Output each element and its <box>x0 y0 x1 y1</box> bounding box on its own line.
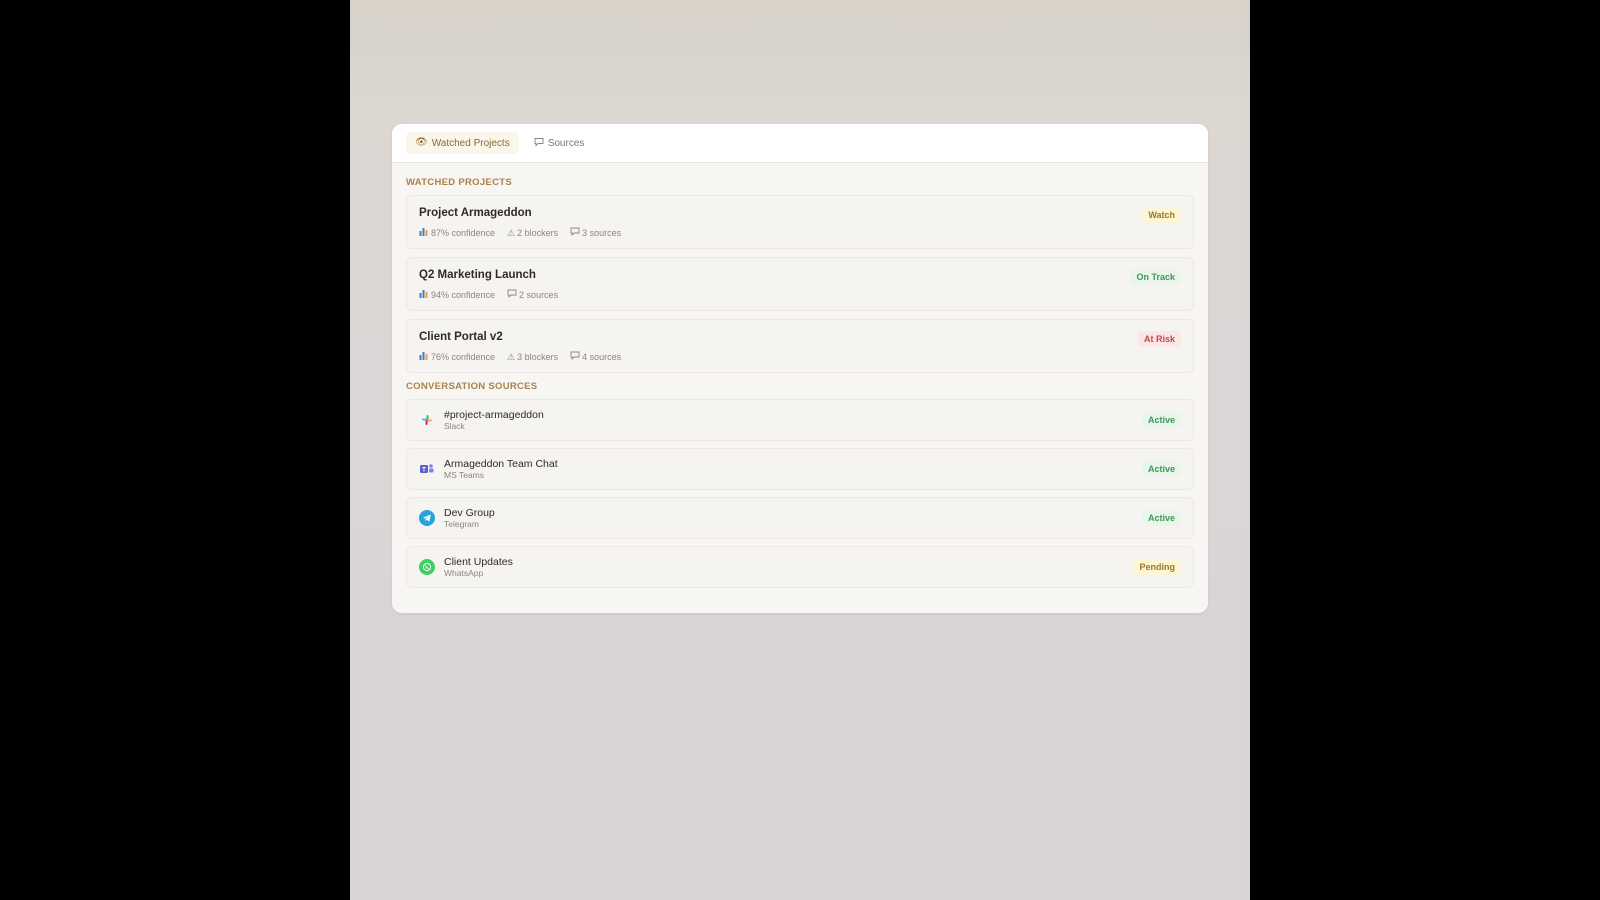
app-background: 👁 Watched Projects Sources WATCHED PROJE… <box>350 0 1250 900</box>
project-name: Q2 Marketing Launch <box>419 269 536 281</box>
status-badge: Active <box>1141 412 1181 428</box>
sources-meta: 2 sources <box>507 289 558 301</box>
project-meta: 94% confidence 2 sources <box>419 289 1181 301</box>
source-item-telegram[interactable]: Dev Group Telegram Active <box>406 497 1194 539</box>
section-title-watched-projects: WATCHED PROJECTS <box>406 177 512 188</box>
section-title-conversation-sources: CONVERSATION SOURCES <box>406 381 538 392</box>
project-list: Project Armageddon 87% confidence ⚠ 2 bl… <box>406 195 1194 373</box>
project-meta: 76% confidence ⚠ 3 blockers 4 sources <box>419 351 1181 363</box>
source-platform: Telegram <box>444 519 479 529</box>
source-platform: WhatsApp <box>444 568 484 578</box>
project-card-client-portal[interactable]: Client Portal v2 76% confidence ⚠ 3 bloc… <box>406 319 1194 373</box>
source-item-slack[interactable]: #project-armageddon Slack Active <box>406 399 1194 441</box>
status-badge: On Track <box>1130 269 1181 285</box>
status-badge: Pending <box>1133 559 1181 575</box>
projects-panel: 👁 Watched Projects Sources WATCHED PROJE… <box>392 124 1208 613</box>
sources-text: 4 sources <box>582 351 622 362</box>
source-platform: Slack <box>444 421 465 431</box>
source-name: Dev Group <box>444 507 495 519</box>
bar-chart-icon <box>419 289 429 301</box>
chat-bubble-icon <box>570 351 580 363</box>
confidence-text: 87% confidence <box>431 227 496 238</box>
blockers-text: 2 blockers <box>517 227 559 238</box>
telegram-icon <box>419 510 435 526</box>
project-meta: 87% confidence ⚠ 2 blockers 3 sources <box>419 227 1181 239</box>
confidence-meta: 94% confidence <box>419 289 495 301</box>
source-name: Client Updates <box>444 556 513 568</box>
tab-label: Watched Projects <box>431 137 510 149</box>
slack-icon <box>419 412 435 428</box>
blockers-meta: ⚠ 2 blockers <box>507 227 558 239</box>
sources-meta: 4 sources <box>570 351 621 363</box>
confidence-text: 94% confidence <box>431 289 496 300</box>
status-badge: At Risk <box>1137 331 1181 347</box>
tab-watched-projects[interactable]: 👁 Watched Projects <box>406 132 519 154</box>
whatsapp-icon <box>419 559 435 575</box>
project-card-q2-marketing[interactable]: Q2 Marketing Launch 94% confidence 2 sou… <box>406 257 1194 311</box>
chat-bubble-icon <box>534 137 544 150</box>
chat-bubble-icon <box>570 227 580 239</box>
source-text: #project-armageddon Slack <box>444 409 544 431</box>
ms-teams-icon: T <box>419 461 435 477</box>
status-badge: Watch <box>1142 207 1181 223</box>
source-text: Client Updates WhatsApp <box>444 556 513 578</box>
tab-label: Sources <box>547 137 585 149</box>
status-badge: Active <box>1141 461 1181 477</box>
source-platform: MS Teams <box>444 470 484 480</box>
source-name: #project-armageddon <box>444 409 544 421</box>
warning-icon: ⚠ <box>507 227 516 238</box>
blockers-meta: ⚠ 3 blockers <box>507 351 558 363</box>
tab-sources[interactable]: Sources <box>525 132 594 154</box>
svg-text:T: T <box>422 467 426 474</box>
status-badge: Active <box>1141 510 1181 526</box>
source-text: Armageddon Team Chat MS Teams <box>444 458 558 480</box>
source-text: Dev Group Telegram <box>444 507 495 529</box>
eye-icon: 👁 <box>415 137 428 148</box>
bar-chart-icon <box>419 227 429 239</box>
project-card-armageddon[interactable]: Project Armageddon 87% confidence ⚠ 2 bl… <box>406 195 1194 249</box>
project-name: Project Armageddon <box>419 207 532 219</box>
confidence-text: 76% confidence <box>431 351 496 362</box>
source-item-whatsapp[interactable]: Client Updates WhatsApp Pending <box>406 546 1194 588</box>
bar-chart-icon <box>419 351 429 363</box>
sources-text: 3 sources <box>582 227 622 238</box>
tab-bar: 👁 Watched Projects Sources <box>392 124 1208 163</box>
sources-meta: 3 sources <box>570 227 621 239</box>
source-name: Armageddon Team Chat <box>444 458 558 470</box>
source-item-ms-teams[interactable]: T Armageddon Team Chat MS Teams Active <box>406 448 1194 490</box>
chat-bubble-icon <box>507 289 517 301</box>
project-name: Client Portal v2 <box>419 331 503 343</box>
warning-icon: ⚠ <box>507 351 516 362</box>
confidence-meta: 76% confidence <box>419 351 495 363</box>
blockers-text: 3 blockers <box>517 351 559 362</box>
source-list: #project-armageddon Slack Active T Armag… <box>406 399 1194 588</box>
confidence-meta: 87% confidence <box>419 227 495 239</box>
sources-text: 2 sources <box>519 289 559 300</box>
